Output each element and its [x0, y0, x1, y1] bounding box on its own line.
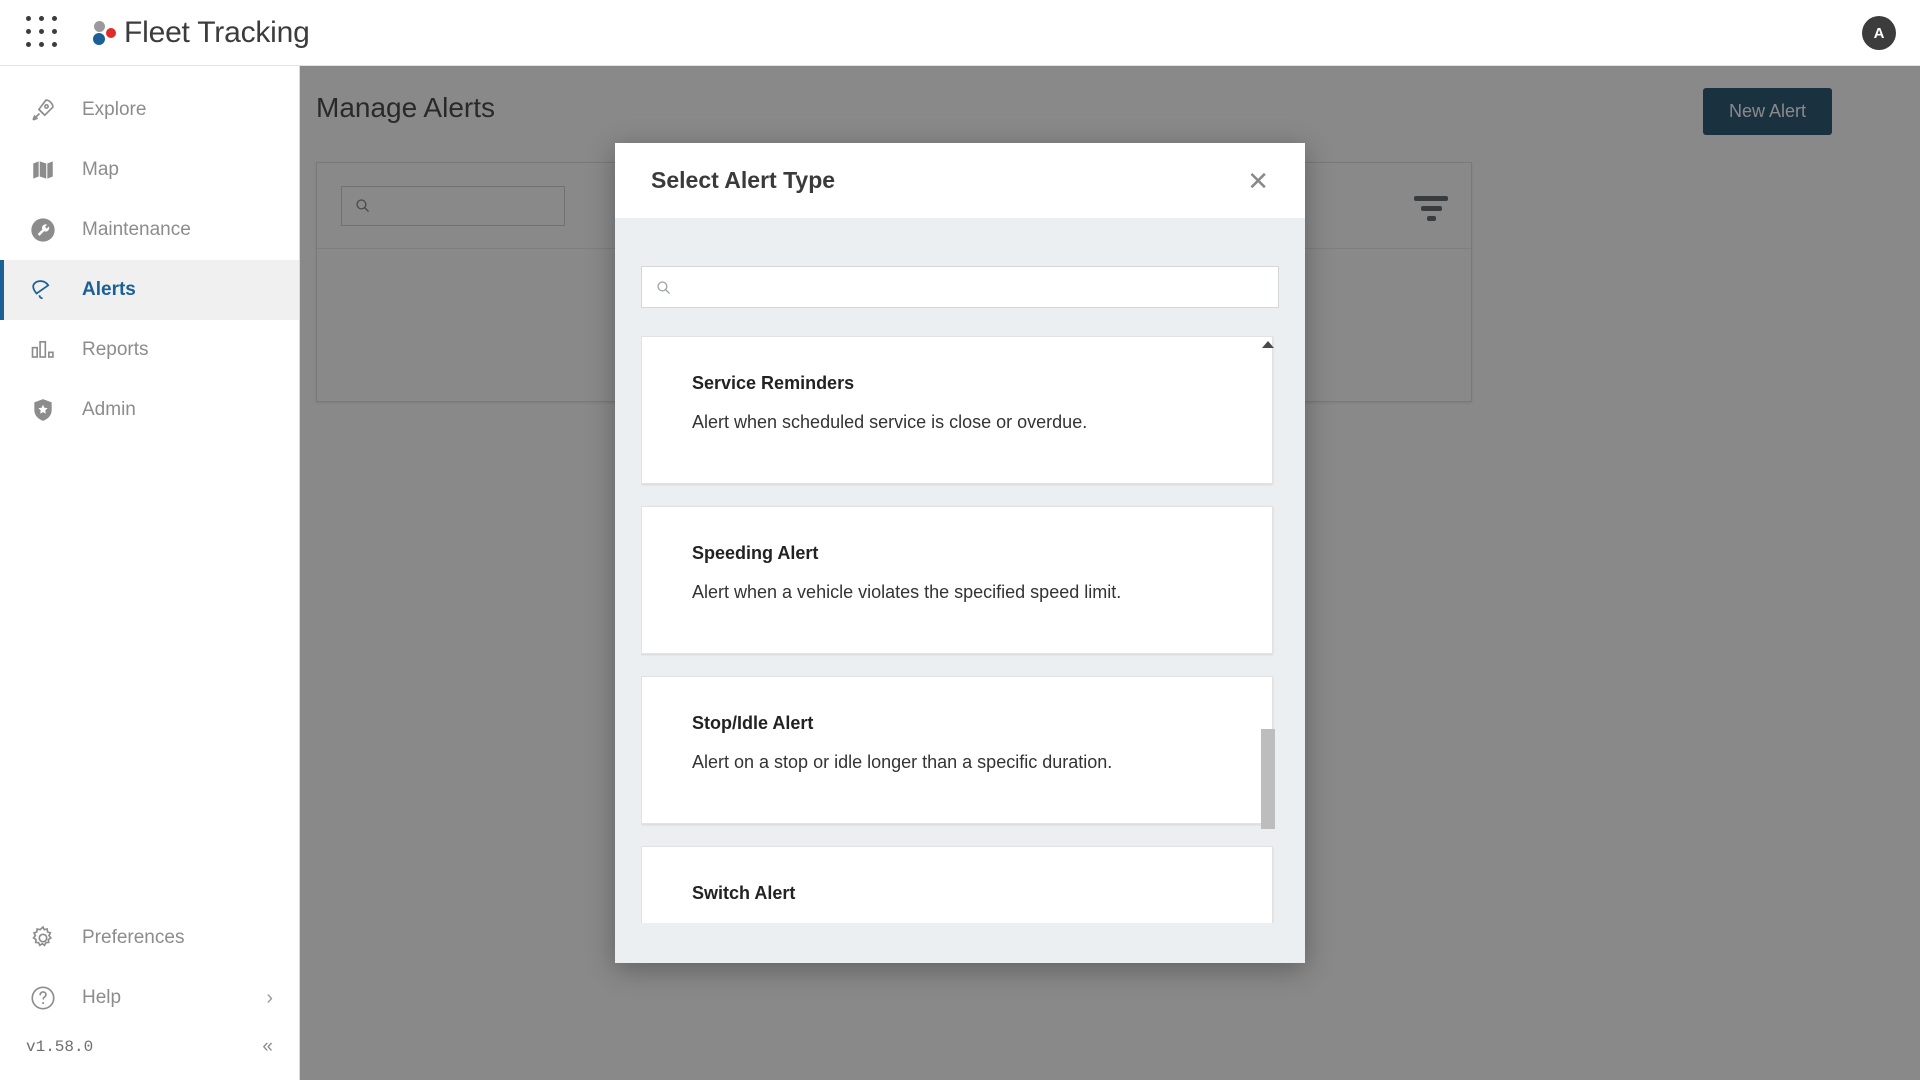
- brand-title: Fleet Tracking: [124, 15, 310, 49]
- question-circle-icon: [26, 981, 60, 1015]
- alert-type-title: Speeding Alert: [692, 543, 819, 563]
- alert-type-title: Switch Alert: [692, 883, 796, 903]
- scrollbar-thumb[interactable]: [1261, 729, 1275, 829]
- scrollbar-track[interactable]: [1261, 354, 1275, 923]
- alert-type-description: Alert on a stop or idle longer than a sp…: [692, 752, 1113, 772]
- map-icon: [26, 153, 60, 187]
- list-item[interactable]: Switch Alert Alert on device switches (s…: [641, 846, 1273, 923]
- apps-grid-icon[interactable]: [26, 15, 60, 50]
- sidebar-item-preferences[interactable]: Preferences: [0, 908, 299, 968]
- brand-logo[interactable]: Fleet Tracking: [92, 16, 310, 50]
- sidebar: Explore Map Maintenance Alerts Reports A…: [0, 66, 300, 1080]
- sidebar-item-maintenance[interactable]: Maintenance: [0, 200, 299, 260]
- sidebar-item-label: Alerts: [82, 279, 136, 300]
- sidebar-item-label: Map: [82, 159, 119, 180]
- list-item[interactable]: Service Reminders Alert when scheduled s…: [641, 336, 1273, 484]
- sidebar-item-label: Reports: [82, 339, 149, 360]
- top-bar: Fleet Tracking A: [0, 0, 1920, 66]
- app-root: Fleet Tracking A Explore Map Maintenance…: [0, 0, 1920, 1080]
- sidebar-item-help[interactable]: Help ›: [0, 968, 299, 1028]
- select-alert-type-modal: Select Alert Type ✕ Service Reminders Al…: [615, 143, 1305, 963]
- bell-icon: [26, 273, 60, 307]
- brand-dots-icon: [92, 18, 120, 48]
- sidebar-item-label: Preferences: [82, 927, 185, 948]
- alert-type-list-scroll: Service Reminders Alert when scheduled s…: [641, 336, 1273, 923]
- alert-type-description: Alert when scheduled service is close or…: [692, 412, 1088, 432]
- sidebar-item-label: Explore: [82, 99, 147, 120]
- modal-title: Select Alert Type: [651, 167, 836, 193]
- alert-type-description: Alert when a vehicle violates the specif…: [692, 582, 1122, 602]
- alert-type-title: Stop/Idle Alert: [692, 713, 814, 733]
- sidebar-nav-bottom: Preferences Help › v1.58.0 «: [0, 908, 299, 1080]
- list-scrollbar[interactable]: [1257, 336, 1279, 923]
- rocket-icon: [26, 93, 60, 127]
- chevron-right-icon: ›: [266, 986, 273, 1009]
- alert-type-search-input[interactable]: [641, 266, 1279, 308]
- alert-type-list: Service Reminders Alert when scheduled s…: [641, 336, 1279, 923]
- alert-type-title: Service Reminders: [692, 373, 855, 393]
- wrench-circle-icon: [26, 213, 60, 247]
- avatar[interactable]: A: [1862, 16, 1896, 50]
- close-icon[interactable]: ✕: [1237, 162, 1279, 200]
- scroll-up-arrow-icon[interactable]: [1257, 336, 1279, 352]
- sidebar-item-map[interactable]: Map: [0, 140, 299, 200]
- sidebar-item-reports[interactable]: Reports: [0, 320, 299, 380]
- sidebar-item-label: Admin: [82, 399, 136, 420]
- sidebar-item-label: Maintenance: [82, 219, 191, 240]
- modal-header: Select Alert Type ✕: [615, 143, 1305, 218]
- list-item[interactable]: Stop/Idle Alert Alert on a stop or idle …: [641, 676, 1273, 824]
- version-label: v1.58.0: [26, 1038, 94, 1056]
- modal-footer: [615, 923, 1305, 963]
- sidebar-item-explore[interactable]: Explore: [0, 80, 299, 140]
- modal-body: Service Reminders Alert when scheduled s…: [615, 218, 1305, 923]
- shield-star-icon: [26, 393, 60, 427]
- sidebar-item-label: Help: [82, 987, 122, 1008]
- list-item[interactable]: Speeding Alert Alert when a vehicle viol…: [641, 506, 1273, 654]
- sidebar-item-admin[interactable]: Admin: [0, 380, 299, 440]
- gear-icon: [26, 921, 60, 955]
- sidebar-item-alerts[interactable]: Alerts: [0, 260, 299, 320]
- alert-type-description: Alert on device switches (supported devi…: [692, 922, 1272, 923]
- sidebar-footer: v1.58.0 «: [0, 1028, 299, 1072]
- bar-chart-icon: [26, 333, 60, 367]
- search-icon: [657, 280, 670, 294]
- collapse-sidebar-button[interactable]: «: [262, 1036, 273, 1058]
- sidebar-nav-top: Explore Map Maintenance Alerts Reports A…: [0, 66, 299, 440]
